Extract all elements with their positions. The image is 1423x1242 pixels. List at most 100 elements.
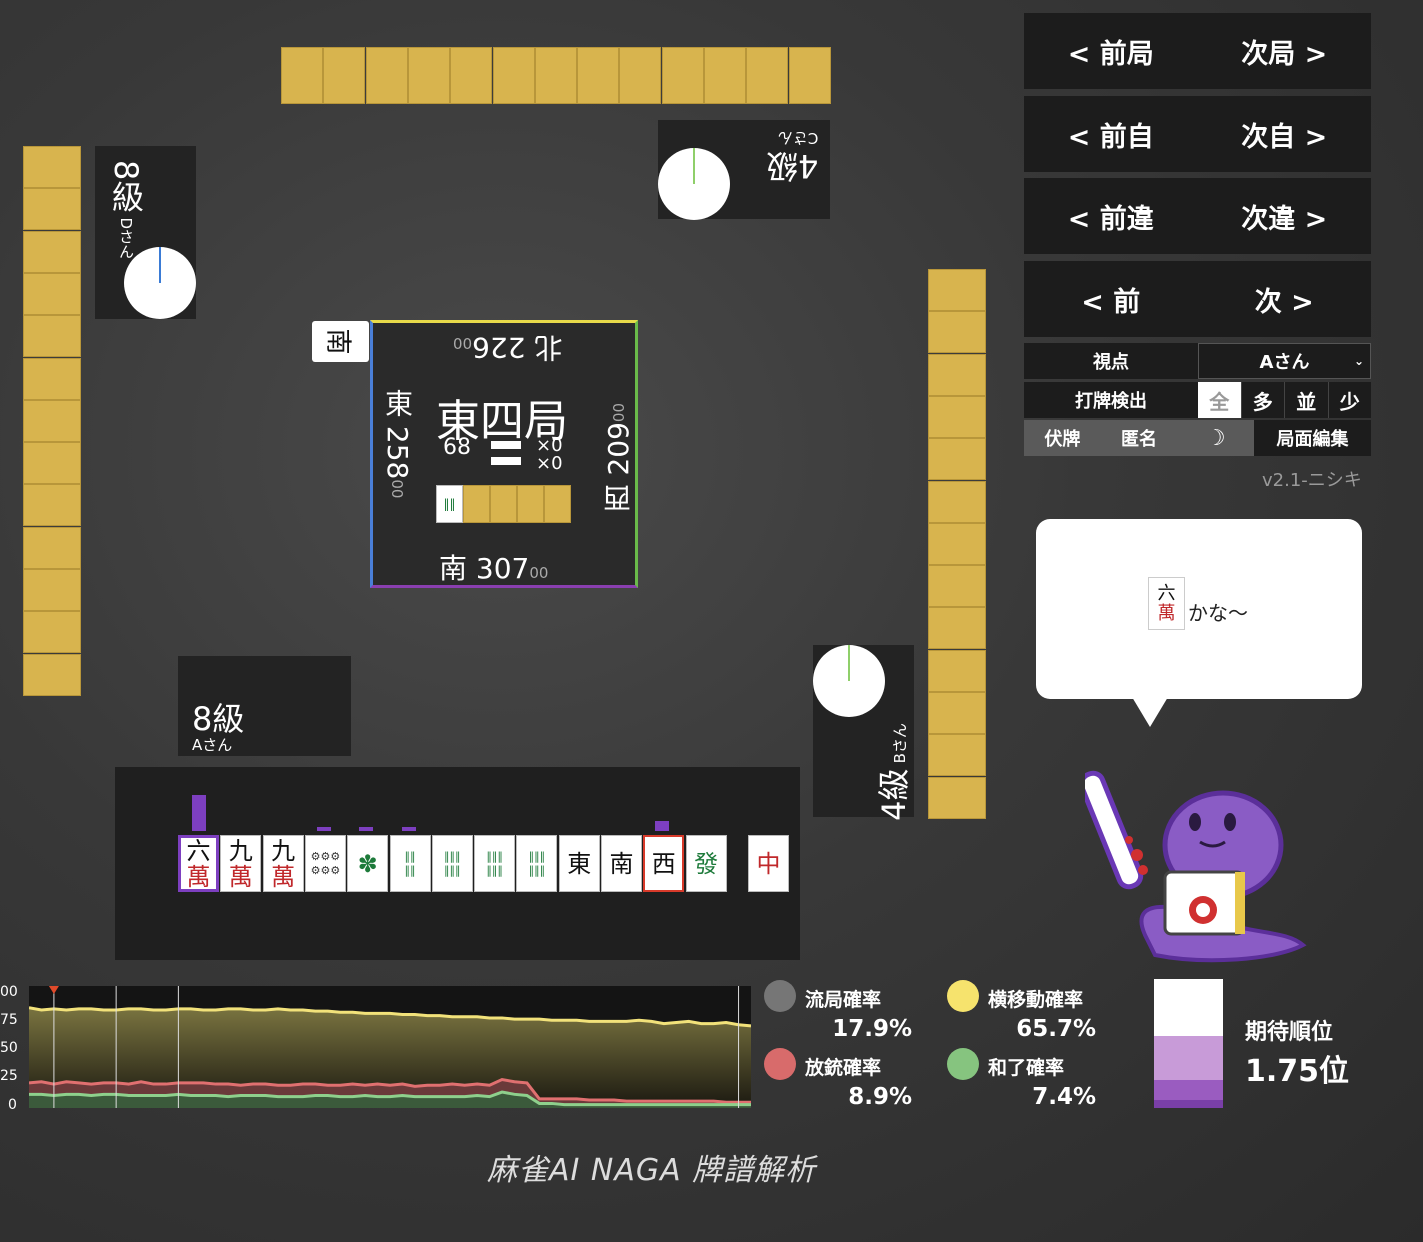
- agari-dot: [947, 1048, 979, 1080]
- naga-mascot-image: [1085, 770, 1307, 963]
- hidden-tile: [928, 565, 986, 608]
- viewpoint-row: 視点 Aさん ⌄: [1024, 343, 1371, 379]
- ryukyoku-label: 流局確率: [805, 989, 882, 1011]
- tile-south[interactable]: 南: [601, 835, 642, 892]
- y-tick: 00: [0, 984, 18, 1000]
- tile-6m[interactable]: 六萬: [178, 835, 219, 892]
- moon-icon[interactable]: ☽: [1177, 426, 1254, 451]
- hidden-tile: [407, 47, 450, 104]
- edit-board-button[interactable]: 局面編集: [1254, 420, 1371, 456]
- anonymous-toggle[interactable]: 匿名: [1101, 425, 1178, 451]
- prev-self-button[interactable]: < 前自: [1024, 115, 1198, 154]
- hidden-tile: [534, 47, 577, 104]
- hidden-tile: [23, 526, 81, 569]
- hidden-tile: [928, 692, 986, 734]
- next-diff-button[interactable]: 次違 >: [1198, 197, 1372, 236]
- hidden-tile: [23, 188, 81, 231]
- player-pie-top: [658, 148, 730, 220]
- riichi-stick-icon: [491, 457, 521, 465]
- tile-7s[interactable]: ‖‖‖ ‖‖‖: [474, 835, 516, 892]
- prev-round-button[interactable]: < 前局: [1024, 32, 1198, 71]
- score-west: 西 20900: [602, 403, 635, 513]
- score-east: 東 25800: [381, 389, 414, 499]
- speech-tile: 六萬: [1148, 577, 1185, 630]
- rank-segment: [1154, 1100, 1223, 1108]
- tile-green[interactable]: 發: [685, 835, 727, 892]
- hidden-tile: [323, 47, 366, 104]
- hidden-tile: [928, 649, 986, 692]
- agari-label: 和了確率: [988, 1057, 1065, 1079]
- player-pie-right: [813, 645, 885, 717]
- y-tick: 50: [0, 1040, 18, 1056]
- nav-step: < 前 次 >: [1024, 261, 1371, 337]
- y-tick: 25: [0, 1068, 18, 1084]
- expected-rank-bar: [1154, 979, 1223, 1108]
- tile-1s[interactable]: ✽: [347, 835, 389, 892]
- tile-west[interactable]: 西: [643, 835, 685, 892]
- tile-9m[interactable]: 九萬: [220, 835, 262, 892]
- ai-preference-bar: [655, 820, 670, 831]
- ai-preference-bar: [401, 827, 416, 831]
- prev-diff-button[interactable]: < 前違: [1024, 197, 1198, 236]
- tile-9m[interactable]: 九萬: [262, 835, 304, 892]
- ai-preference-bar: [359, 827, 374, 831]
- hidden-tile: [788, 47, 831, 104]
- hidden-tile: [450, 47, 493, 104]
- hidden-tile: [281, 47, 323, 104]
- tile-red[interactable]: 中: [748, 835, 789, 892]
- tile-9p[interactable]: ⚙⚙⚙ ⚙⚙⚙: [304, 835, 346, 892]
- player-pie-left: [124, 247, 196, 319]
- y-tick: 0: [8, 1097, 17, 1113]
- detect-option-all[interactable]: 全: [1198, 382, 1241, 418]
- hidden-tile: [23, 653, 81, 696]
- hide-tiles-toggle[interactable]: 伏牌: [1024, 425, 1101, 451]
- chevron-down-icon: ⌄: [1353, 354, 1364, 368]
- tile-8s[interactable]: ‖‖‖ ‖‖‖: [516, 835, 558, 892]
- y-tick: 75: [0, 1012, 18, 1028]
- speech-text: かな～: [1188, 601, 1248, 625]
- nav-self: < 前自 次自 >: [1024, 96, 1371, 172]
- yoko-dot: [947, 980, 979, 1012]
- hidden-tile: [23, 484, 81, 527]
- ai-speech-bubble: 六萬 かな～: [1036, 519, 1362, 727]
- hidden-tile: [23, 357, 81, 400]
- dora-indicator: ‖‖: [436, 485, 571, 523]
- hidden-tile: [23, 315, 81, 358]
- hidden-tile: [492, 47, 535, 104]
- next-round-button[interactable]: 次局 >: [1198, 32, 1372, 71]
- detect-option-many[interactable]: 多: [1240, 382, 1285, 418]
- ryukyoku-value: 17.9%: [832, 1016, 912, 1042]
- player-rank-right: 4級: [874, 768, 913, 821]
- prev-button[interactable]: < 前: [1024, 280, 1198, 319]
- viewpoint-label: 視点: [1024, 343, 1198, 379]
- next-self-button[interactable]: 次自 >: [1198, 115, 1372, 154]
- viewpoint-select[interactable]: Aさん ⌄: [1198, 343, 1371, 379]
- expected-rank-label: 期待順位: [1245, 1020, 1334, 1045]
- detect-option-normal[interactable]: 並: [1284, 382, 1328, 418]
- next-button[interactable]: 次 >: [1198, 280, 1372, 319]
- hidden-tile: [928, 395, 986, 438]
- detect-option-few[interactable]: 少: [1327, 382, 1372, 418]
- houju-label: 放銃確率: [805, 1057, 882, 1079]
- version-label: v2.1-ニシキ: [1262, 470, 1362, 491]
- nav-round: < 前局 次局 >: [1024, 13, 1371, 89]
- tile-east[interactable]: 東: [558, 835, 600, 892]
- hidden-tile: [704, 47, 746, 104]
- score-north: 北 22600: [453, 331, 563, 364]
- hidden-tile: [23, 399, 81, 442]
- detect-label: 打牌検出: [1024, 382, 1198, 418]
- player-name-top: Cさん: [777, 129, 818, 147]
- player-panel-self: 8級 Aさん: [178, 656, 351, 756]
- hidden-tile: [23, 272, 81, 315]
- tile-4s[interactable]: ‖‖ ‖‖: [389, 835, 431, 892]
- tile-6s[interactable]: ‖‖‖ ‖‖‖: [431, 835, 473, 892]
- hidden-tile: [23, 146, 81, 188]
- hidden-tile: [661, 47, 704, 104]
- probability-chart[interactable]: [29, 986, 751, 1108]
- rank-segment: [1154, 1035, 1223, 1080]
- hidden-tile: [23, 442, 81, 485]
- hidden-tile: [23, 611, 81, 654]
- yoko-label: 横移動確率: [988, 989, 1084, 1011]
- player-name-right: Bさん: [890, 723, 909, 764]
- riichi-count: ×0: [536, 453, 563, 474]
